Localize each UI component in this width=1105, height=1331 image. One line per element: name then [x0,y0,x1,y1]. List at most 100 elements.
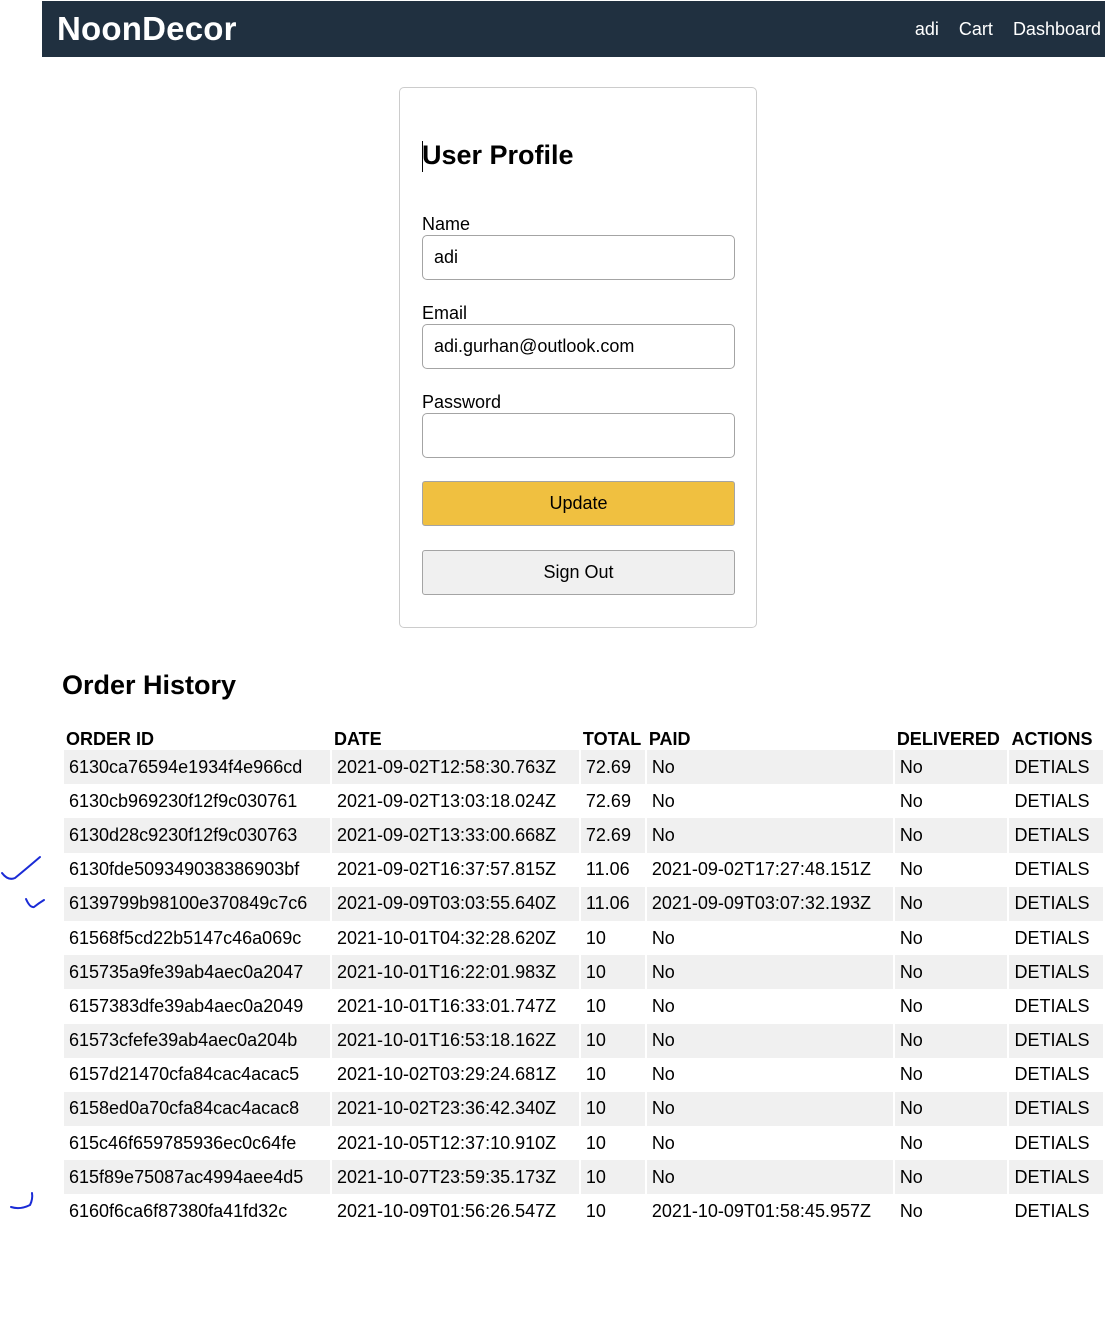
order-actions-cell: DETIALS [1009,1126,1103,1160]
profile-title: User Profile [422,140,574,170]
order-details-link[interactable]: DETIALS [1014,893,1089,913]
order-details-link[interactable]: DETIALS [1014,1133,1089,1153]
hand-drawn-check-icon [10,1192,34,1210]
order-total-cell: 10 [580,955,645,990]
order-date-cell: 2021-09-09T03:03:55.640Z [331,886,579,921]
email-input[interactable] [422,324,735,369]
order-delivered-cell: No [894,955,1008,990]
order-delivered-cell: No [894,886,1008,921]
table-row: 61568f5cd22b5147c46a069c 2021-10-01T04:32… [64,921,1103,955]
order-details-link[interactable]: DETIALS [1014,1167,1089,1187]
order-date-cell: 2021-09-02T12:58:30.763Z [331,750,579,785]
order-total-cell: 11.06 [580,886,645,921]
order-details-link[interactable]: DETIALS [1014,1201,1089,1221]
nav-links: adi Cart Dashboard [900,19,1101,40]
password-input[interactable] [422,413,735,458]
order-delivered-cell: No [899,995,923,1016]
order-delivered-cell: No [899,790,923,811]
top-navbar: NoonDecor adi Cart Dashboard [42,1,1105,57]
order-total-cell: 10 [585,995,606,1016]
order-details-link[interactable]: DETIALS [1014,757,1089,777]
order-details-link[interactable]: DETIALS [1014,996,1089,1016]
table-row: 6157d21470cfa84cac4acac5 2021-10-02T03:29… [64,1058,1103,1092]
order-details-link[interactable]: DETIALS [1014,791,1089,811]
name-input[interactable] [422,235,735,280]
order-date-cell: 2021-10-01T16:22:01.983Z [331,955,579,990]
order-total-cell: 11.06 [585,859,630,880]
col-date: DATE [333,729,382,749]
order-total-cell: 10 [585,1201,606,1222]
table-row: 6157383dfe39ab4aec0a2049 2021-10-01T16:33… [64,989,1103,1023]
order-date-cell: 2021-10-02T03:29:24.681Z [336,1064,557,1085]
order-total-cell: 72.69 [580,750,645,785]
order-delivered-cell: No [894,818,1008,853]
table-header-row: ORDER ID DATE TOTAL PAID DELIVERED ACTIO… [64,722,1103,750]
order-details-link[interactable]: DETIALS [1014,1064,1089,1084]
order-total-cell: 72.69 [585,790,631,811]
table-row: 6130fde509349038386903bf 2021-09-02T16:37… [64,853,1103,887]
order-paid-cell: No [651,1064,675,1085]
nav-dashboard-link[interactable]: Dashboard [1013,19,1101,39]
order-paid-cell: 2021-09-09T03:07:32.193Z [646,886,893,921]
table-row: 615c46f659785936ec0c64fe 2021-10-05T12:37… [64,1126,1103,1160]
order-date-cell: 2021-10-02T23:36:42.340Z [331,1091,579,1127]
sign-out-button[interactable]: Sign Out [422,550,735,595]
update-button[interactable]: Update [422,481,735,526]
name-label: Name [422,214,471,234]
order-date-cell: 2021-09-02T13:33:00.668Z [331,818,579,853]
order-id-cell: 615f89e75087ac4994aee4d5 [64,1160,330,1195]
order-paid-cell: No [651,995,675,1016]
order-delivered-cell: No [899,1132,923,1153]
order-details-link[interactable]: DETIALS [1014,962,1089,982]
order-id-cell: 6130d28c9230f12f9c030763 [64,818,330,853]
order-date-cell: 2021-09-02T13:03:18.024Z [336,790,557,811]
order-id-cell: 6130cb969230f12f9c030761 [69,790,298,811]
order-date-cell: 2021-10-07T23:59:35.173Z [331,1160,579,1195]
order-history-table: ORDER ID DATE TOTAL PAID DELIVERED ACTIO… [62,722,1105,1229]
order-delivered-cell: No [899,927,923,948]
order-actions-cell: DETIALS [1009,750,1103,785]
email-label: Email [422,303,468,323]
order-paid-cell: No [646,750,893,785]
order-delivered-cell: No [899,1064,923,1085]
col-paid: PAID [648,729,691,749]
nav-cart-link[interactable]: Cart [959,19,993,39]
table-row: 6139799b98100e370849c7c6 2021-09-09T03:03… [64,886,1103,921]
order-total-cell: 72.69 [580,818,645,853]
order-date-cell: 2021-09-02T16:37:57.815Z [336,859,557,880]
order-details-link[interactable]: DETIALS [1014,1098,1089,1118]
order-actions-cell: DETIALS [1009,818,1103,853]
table-row: 6130ca76594e1934f4e966cd 2021-09-02T12:58… [64,750,1103,785]
order-date-cell: 2021-10-01T16:53:18.162Z [331,1023,579,1058]
order-actions-cell: DETIALS [1009,1194,1103,1228]
order-delivered-cell: No [894,1023,1008,1058]
order-total-cell: 10 [580,1023,645,1058]
nav-user-link[interactable]: adi [915,19,939,39]
order-id-cell: 615c46f659785936ec0c64fe [69,1132,297,1153]
col-total: TOTAL [582,729,642,749]
order-id-cell: 6130ca76594e1934f4e966cd [64,750,330,785]
order-date-cell: 2021-10-01T04:32:28.620Z [336,927,557,948]
table-row: 615f89e75087ac4994aee4d5 2021-10-07T23:59… [64,1160,1103,1195]
table-row: 61573cfefe39ab4aec0a204b 2021-10-01T16:53… [64,1023,1103,1058]
order-date-cell: 2021-10-05T12:37:10.910Z [336,1132,557,1153]
brand-logo-link[interactable]: NoonDecor [57,10,237,48]
order-date-cell: 2021-10-09T01:56:26.547Z [336,1201,557,1222]
password-label: Password [422,392,502,412]
order-delivered-cell: No [894,1160,1008,1195]
table-row: 6130cb969230f12f9c030761 2021-09-02T13:03… [64,784,1103,818]
order-total-cell: 10 [585,927,606,948]
order-details-link[interactable]: DETIALS [1014,1030,1089,1050]
order-paid-cell: No [646,1023,893,1058]
order-details-link[interactable]: DETIALS [1014,825,1089,845]
order-id-cell: 6139799b98100e370849c7c6 [64,886,330,921]
order-actions-cell: DETIALS [1009,955,1103,990]
order-actions-cell: DETIALS [1009,886,1103,921]
order-details-link[interactable]: DETIALS [1014,928,1089,948]
order-id-cell: 61568f5cd22b5147c46a069c [69,927,302,948]
order-total-cell: 10 [580,1091,645,1127]
order-id-cell: 6130fde509349038386903bf [69,859,300,880]
order-details-link[interactable]: DETIALS [1014,859,1089,879]
order-total-cell: 10 [585,1064,606,1085]
table-row: 6130d28c9230f12f9c030763 2021-09-02T13:33… [64,818,1103,853]
